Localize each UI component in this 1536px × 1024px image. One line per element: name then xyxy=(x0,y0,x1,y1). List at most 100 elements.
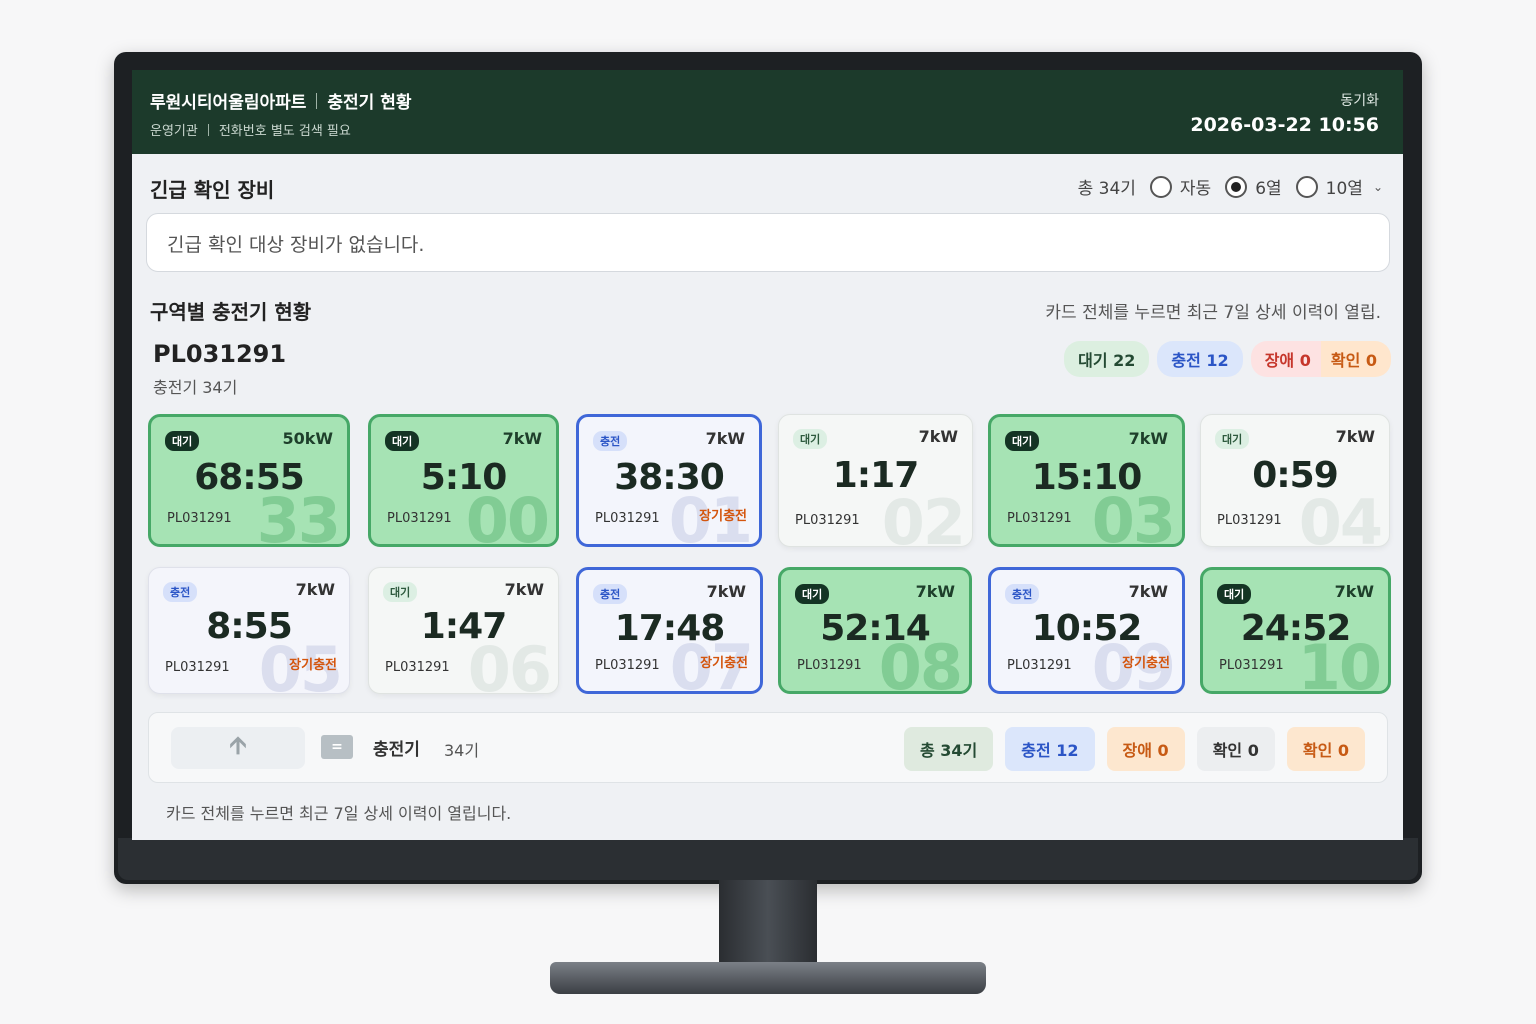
charger-timer: 10:52 xyxy=(1031,608,1143,649)
monitor-stand-base xyxy=(550,962,986,994)
arrow-up-icon: 🡩 xyxy=(229,730,247,759)
charger-id: PL031291 xyxy=(1219,658,1284,673)
charger-card[interactable]: 07 충전 7kW 17:48 PL031291 장기충전 xyxy=(576,567,763,694)
charger-power: 7kW xyxy=(706,582,746,601)
charger-card[interactable]: 02 대기 7kW 1:17 PL031291 xyxy=(778,414,973,547)
header-subtitle: 운영기관 전화번호 별도 검색 필요 xyxy=(150,120,351,139)
charger-id: PL031291 xyxy=(1007,658,1072,673)
charger-number: 03 xyxy=(1091,484,1176,547)
footer-note: 카드 전체를 누르면 최근 7일 상세 이력이 열립니다. xyxy=(166,804,512,823)
header-divider xyxy=(316,92,318,109)
charger-id: PL031291 xyxy=(1217,513,1282,528)
status-badge: 충전 xyxy=(593,584,628,604)
filter-charge-pill[interactable]: 충전 12 xyxy=(1005,727,1095,771)
radio-auto-label: 자동 xyxy=(1179,179,1212,199)
site-id: PL031291 xyxy=(153,340,287,368)
app-screen: 루원시티어울림아파트 충전기 현황 운영기관 전화번호 별도 검색 필요 동기화… xyxy=(132,70,1403,840)
urgent-section-title: 긴급 확인 장비 xyxy=(150,178,275,202)
long-charge-flag: 장기충전 xyxy=(1122,656,1170,671)
long-charge-flag: 장기충전 xyxy=(699,509,747,524)
chevron-down-icon[interactable]: ⌄ xyxy=(1373,180,1383,194)
phone-note: 전화번호 별도 검색 필요 xyxy=(218,124,351,139)
charger-card[interactable]: 03 대기 7kW 15:10 PL031291 xyxy=(988,414,1185,547)
charger-timer: 17:48 xyxy=(614,608,726,649)
charger-number: 00 xyxy=(465,484,550,547)
radio-10col-circle[interactable] xyxy=(1295,175,1318,198)
charger-card[interactable]: 06 대기 7kW 1:47 PL031291 xyxy=(368,567,559,694)
zone-hint: 카드 전체를 누르면 최근 7일 상세 이력이 열립. xyxy=(1045,303,1381,323)
summary-fault-pill[interactable]: 장애 0 xyxy=(1250,341,1321,377)
scroll-up-button[interactable]: 🡩 xyxy=(171,727,305,769)
charger-card[interactable]: 10 대기 7kW 24:52 PL031291 xyxy=(1200,567,1391,694)
summary-fault-check-pill: 장애 0 확인 0 xyxy=(1250,341,1391,377)
charger-timer: 15:10 xyxy=(1031,457,1143,498)
charger-card[interactable]: 08 대기 7kW 52:14 PL031291 xyxy=(778,567,972,694)
charger-id: PL031291 xyxy=(385,660,450,675)
charger-card[interactable]: 33 대기 50kW 68:55 PL031291 xyxy=(148,414,350,547)
status-badge: 대기 xyxy=(385,431,420,451)
subtitle-divider xyxy=(207,123,209,136)
radio-6col-label: 6열 xyxy=(1255,179,1282,199)
status-badge: 충전 xyxy=(593,431,628,451)
status-badge: 대기 xyxy=(1215,429,1250,449)
status-badge: 대기 xyxy=(1005,431,1040,451)
radio-10col-label: 10열 xyxy=(1325,179,1363,199)
charger-card[interactable]: 04 대기 7kW 0:59 PL031291 xyxy=(1200,414,1390,547)
summary-wait-pill[interactable]: 대기 22 xyxy=(1064,341,1150,377)
charger-timer: 24:52 xyxy=(1240,608,1352,649)
charger-timer: 68:55 xyxy=(194,457,305,498)
charger-timer: 38:30 xyxy=(614,457,725,498)
charger-card[interactable]: 09 충전 7kW 10:52 PL031291 장기충전 xyxy=(988,567,1185,694)
page-name: 충전기 현황 xyxy=(327,93,412,113)
zone-section-title: 구역별 충전기 현황 xyxy=(150,300,312,324)
status-badge: 대기 xyxy=(165,431,200,451)
bottom-bar-label: 충전기 xyxy=(373,740,420,760)
header-title: 루원시티어울림아파트 충전기 현황 xyxy=(150,88,412,113)
filter-check-warning-pill[interactable]: 확인 0 xyxy=(1286,727,1365,771)
charger-id: PL031291 xyxy=(1007,511,1072,526)
summary-check-pill[interactable]: 확인 0 xyxy=(1320,341,1391,377)
complex-name: 루원시티어울림아파트 xyxy=(150,93,307,113)
summary-charge-pill[interactable]: 충전 12 xyxy=(1157,341,1243,377)
filter-total-pill[interactable]: 총 34기 xyxy=(903,727,994,771)
charger-card[interactable]: 00 대기 7kW 5:10 PL031291 xyxy=(368,414,559,547)
status-badge: 충전 xyxy=(163,582,198,602)
sync-time: 2026-03-22 10:56 xyxy=(1190,114,1379,136)
site-summary-pills: 대기 22 충전 12 장애 0 확인 0 xyxy=(1064,341,1391,377)
radio-auto-circle[interactable] xyxy=(1149,175,1172,198)
charger-timer: 52:14 xyxy=(820,608,931,649)
charger-card[interactable]: 01 충전 7kW 38:30 PL031291 장기충전 xyxy=(576,414,762,547)
charger-power: 7kW xyxy=(705,429,745,448)
bottom-bar-pills: 총 34기 충전 12 장애 0 확인 0 확인 0 xyxy=(903,727,1365,771)
urgent-empty-message: 긴급 확인 대상 장비가 없습니다. xyxy=(167,234,425,256)
charger-number: 33 xyxy=(256,484,341,547)
filter-check-pill[interactable]: 확인 0 xyxy=(1196,727,1275,771)
sync-label: 동기화 xyxy=(1340,93,1379,109)
charger-id: PL031291 xyxy=(797,658,862,673)
charger-id: PL031291 xyxy=(167,511,232,526)
filter-fault-pill[interactable]: 장애 0 xyxy=(1106,727,1185,771)
charger-power: 7kW xyxy=(1128,429,1168,448)
charger-timer: 1:17 xyxy=(832,455,920,496)
radio-6col-circle[interactable] xyxy=(1225,175,1248,198)
equals-icon[interactable]: = xyxy=(321,735,353,759)
charger-id: PL031291 xyxy=(387,511,452,526)
charger-power: 7kW xyxy=(1335,427,1375,446)
status-badge: 충전 xyxy=(1005,584,1040,604)
radio-6col[interactable]: 6열 xyxy=(1225,174,1282,199)
charger-power: 7kW xyxy=(502,429,542,448)
charger-timer: 8:55 xyxy=(206,606,293,647)
status-badge: 대기 xyxy=(795,584,830,604)
charger-power: 7kW xyxy=(1128,582,1168,601)
long-charge-flag: 장기충전 xyxy=(289,658,337,673)
charger-card[interactable]: 05 충전 7kW 8:55 PL031291 장기충전 xyxy=(148,567,350,694)
charger-id: PL031291 xyxy=(595,658,660,673)
radio-10col[interactable]: 10열 ⌄ xyxy=(1295,174,1383,199)
monitor-chin xyxy=(118,838,1418,880)
charger-timer: 1:47 xyxy=(420,606,508,647)
operator-label: 운영기관 xyxy=(150,124,198,139)
bottom-bar-count: 34기 xyxy=(444,741,480,760)
radio-auto[interactable]: 자동 xyxy=(1149,174,1212,199)
total-count: 총 34기 xyxy=(1077,179,1136,199)
long-charge-flag: 장기충전 xyxy=(700,656,748,671)
